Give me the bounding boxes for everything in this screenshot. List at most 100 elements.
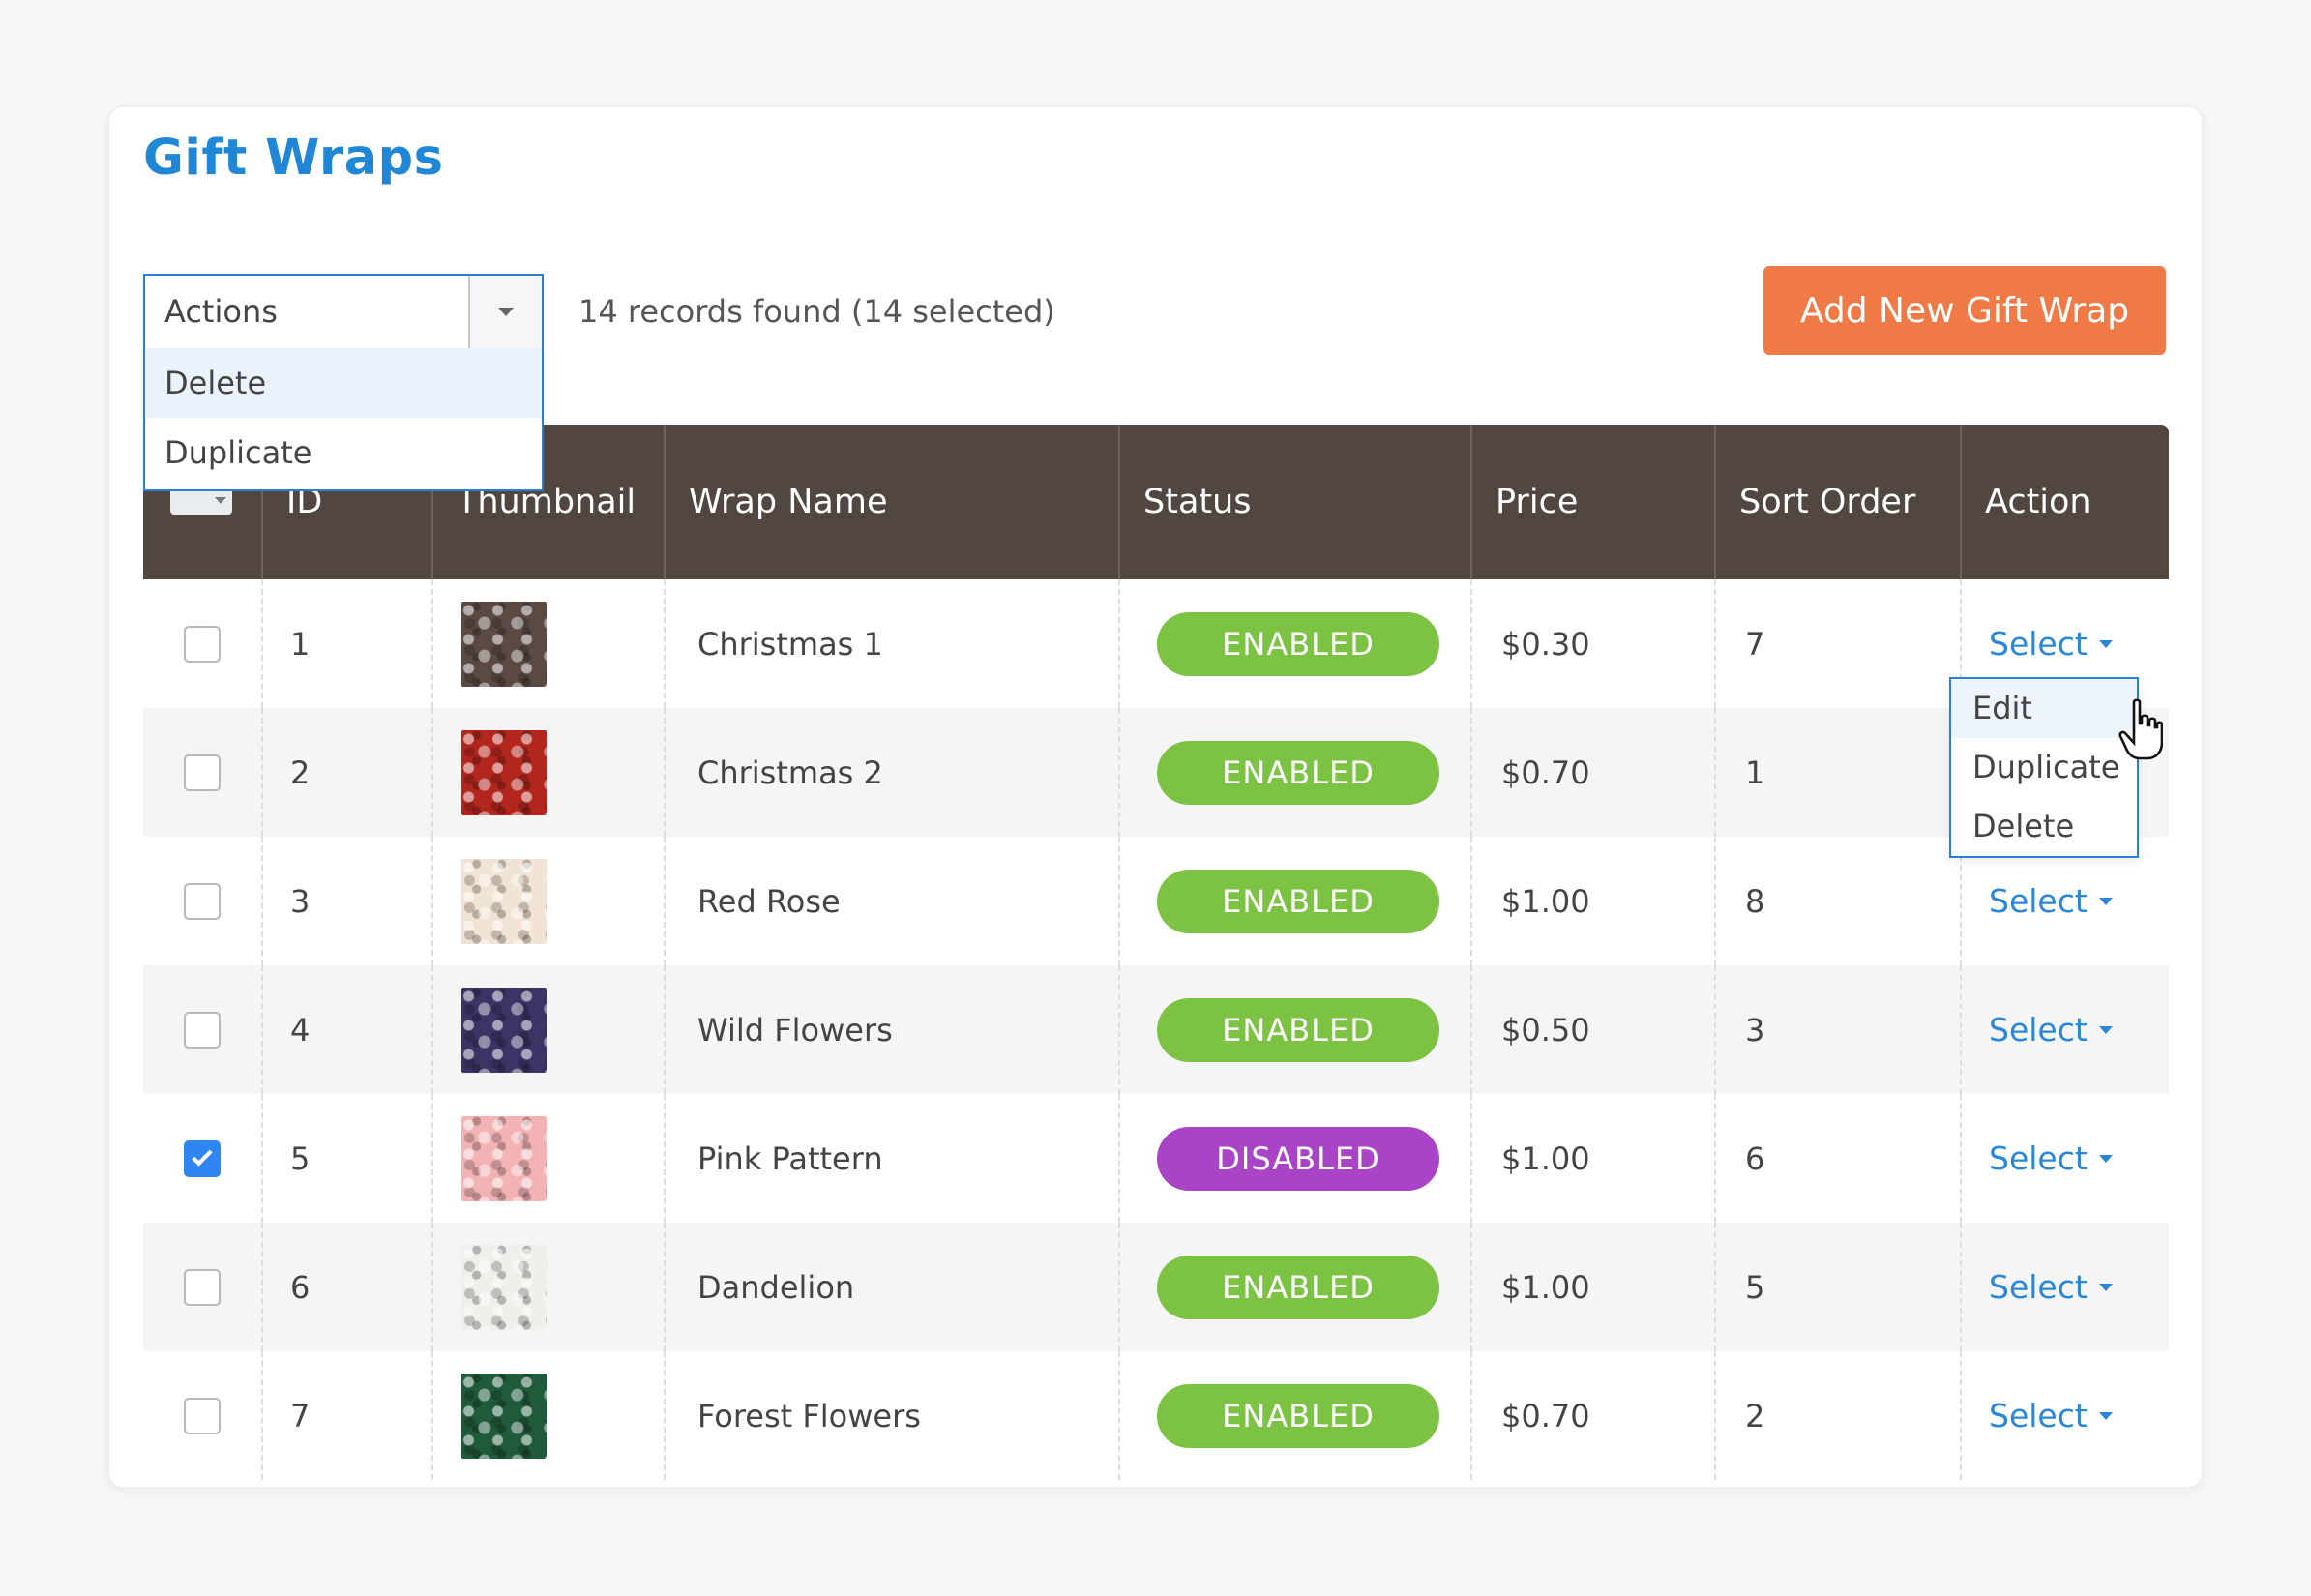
row-id: 6 bbox=[263, 1223, 433, 1351]
status-badge: ENABLED bbox=[1157, 740, 1439, 805]
row-price: $1.00 bbox=[1472, 837, 1716, 965]
row-wrap-name: Dandelion bbox=[666, 1223, 1120, 1351]
row-id: 2 bbox=[263, 708, 433, 837]
row-checkbox-cell bbox=[143, 1223, 263, 1351]
row-action-select[interactable]: Select bbox=[1989, 1139, 2113, 1177]
row-checkbox[interactable] bbox=[184, 1397, 221, 1434]
row-id: 7 bbox=[263, 1351, 433, 1480]
row-action-menu: Edit Duplicate Delete bbox=[1949, 677, 2139, 858]
row-checkbox[interactable] bbox=[184, 882, 221, 920]
status-badge: DISABLED bbox=[1157, 1126, 1439, 1191]
row-checkbox-cell bbox=[143, 965, 263, 1094]
actions-dropdown-label: Actions bbox=[164, 293, 278, 330]
column-header-wrap-name: Wrap Name bbox=[666, 425, 1120, 579]
row-status-cell: ENABLED bbox=[1120, 579, 1472, 708]
row-action-select[interactable]: Select bbox=[1989, 882, 2113, 920]
caret-down-icon bbox=[2098, 1154, 2113, 1163]
thumbnail-image bbox=[461, 858, 547, 944]
status-badge: ENABLED bbox=[1157, 611, 1439, 676]
thumbnail-image bbox=[461, 601, 547, 687]
row-status-cell: ENABLED bbox=[1120, 1223, 1472, 1351]
caret-down-icon bbox=[2098, 897, 2113, 905]
actions-option-duplicate[interactable]: Duplicate bbox=[145, 418, 542, 488]
row-action-cell: Select bbox=[1962, 1351, 2169, 1480]
row-price: $1.00 bbox=[1472, 1223, 1716, 1351]
caret-down-icon bbox=[2098, 1283, 2113, 1291]
row-checkbox-cell bbox=[143, 1094, 263, 1223]
row-id: 1 bbox=[263, 579, 433, 708]
actions-dropdown[interactable]: Actions bbox=[143, 274, 544, 350]
row-checkbox[interactable] bbox=[184, 1011, 221, 1049]
row-checkbox-cell bbox=[143, 1351, 263, 1480]
row-thumbnail-cell bbox=[433, 1351, 666, 1480]
table-row: 2 Christmas 2 ENABLED $0.70 1 bbox=[143, 708, 2169, 837]
add-gift-wrap-button[interactable]: Add New Gift Wrap bbox=[1763, 266, 2166, 355]
table-row: 7 Forest Flowers ENABLED $0.70 2 Select bbox=[143, 1351, 2169, 1480]
table-row: 5 Pink Pattern DISABLED $1.00 6 Select bbox=[143, 1094, 2169, 1223]
row-sort-order: 3 bbox=[1716, 965, 1962, 1094]
row-sort-order: 7 bbox=[1716, 579, 1962, 708]
row-id: 3 bbox=[263, 837, 433, 965]
status-badge: ENABLED bbox=[1157, 1383, 1439, 1448]
actions-option-delete[interactable]: Delete bbox=[145, 348, 542, 418]
row-id: 5 bbox=[263, 1094, 433, 1223]
gift-wraps-table: ID Thumbnail Wrap Name Status Price Sort… bbox=[143, 425, 2169, 1480]
records-count: 14 records found (14 selected) bbox=[578, 293, 1055, 330]
thumbnail-image bbox=[461, 987, 547, 1073]
row-price: $0.30 bbox=[1472, 579, 1716, 708]
row-action-select[interactable]: Select bbox=[1989, 625, 2113, 663]
row-checkbox-cell bbox=[143, 708, 263, 837]
table-row: 3 Red Rose ENABLED $1.00 8 Select bbox=[143, 837, 2169, 965]
row-sort-order: 5 bbox=[1716, 1223, 1962, 1351]
row-status-cell: ENABLED bbox=[1120, 708, 1472, 837]
thumbnail-image bbox=[461, 1373, 547, 1459]
row-price: $0.70 bbox=[1472, 1351, 1716, 1480]
row-action-select[interactable]: Select bbox=[1989, 1268, 2113, 1306]
row-action-cell: Select bbox=[1962, 965, 2169, 1094]
row-sort-order: 1 bbox=[1716, 708, 1962, 837]
row-wrap-name: Pink Pattern bbox=[666, 1094, 1120, 1223]
row-price: $0.50 bbox=[1472, 965, 1716, 1094]
row-action-cell: Select bbox=[1962, 1223, 2169, 1351]
column-header-status: Status bbox=[1120, 425, 1472, 579]
row-status-cell: DISABLED bbox=[1120, 1094, 1472, 1223]
row-checkbox[interactable] bbox=[184, 1139, 221, 1177]
row-checkbox[interactable] bbox=[184, 625, 221, 663]
row-action-delete[interactable]: Delete bbox=[1951, 797, 2137, 856]
row-wrap-name: Christmas 2 bbox=[666, 708, 1120, 837]
row-thumbnail-cell bbox=[433, 965, 666, 1094]
row-thumbnail-cell bbox=[433, 708, 666, 837]
row-status-cell: ENABLED bbox=[1120, 965, 1472, 1094]
row-thumbnail-cell bbox=[433, 579, 666, 708]
row-wrap-name: Wild Flowers bbox=[666, 965, 1120, 1094]
row-action-select[interactable]: Select bbox=[1989, 1397, 2113, 1434]
row-sort-order: 6 bbox=[1716, 1094, 1962, 1223]
row-checkbox[interactable] bbox=[184, 754, 221, 791]
row-action-edit[interactable]: Edit bbox=[1951, 679, 2137, 738]
row-id: 4 bbox=[263, 965, 433, 1094]
thumbnail-image bbox=[461, 1244, 547, 1330]
page-title: Gift Wraps bbox=[143, 130, 444, 187]
table-row: 4 Wild Flowers ENABLED $0.50 3 Select bbox=[143, 965, 2169, 1094]
row-price: $1.00 bbox=[1472, 1094, 1716, 1223]
table-row: 6 Dandelion ENABLED $1.00 5 Select bbox=[143, 1223, 2169, 1351]
hand-pointer-cursor-icon bbox=[2118, 698, 2163, 760]
caret-down-icon bbox=[2098, 1411, 2113, 1420]
column-header-action: Action bbox=[1985, 483, 2091, 521]
column-header-price: Price bbox=[1472, 425, 1716, 579]
status-badge: ENABLED bbox=[1157, 1255, 1439, 1319]
thumbnail-image bbox=[461, 729, 547, 815]
thumbnail-image bbox=[461, 1115, 547, 1201]
row-sort-order: 8 bbox=[1716, 837, 1962, 965]
row-status-cell: ENABLED bbox=[1120, 1351, 1472, 1480]
actions-menu: Delete Duplicate bbox=[143, 348, 544, 491]
row-action-select[interactable]: Select bbox=[1989, 1011, 2113, 1049]
chevron-down-icon[interactable] bbox=[468, 276, 542, 348]
row-action-duplicate[interactable]: Duplicate bbox=[1951, 738, 2137, 797]
row-checkbox-cell bbox=[143, 837, 263, 965]
row-thumbnail-cell bbox=[433, 837, 666, 965]
row-thumbnail-cell bbox=[433, 1094, 666, 1223]
row-status-cell: ENABLED bbox=[1120, 837, 1472, 965]
status-badge: ENABLED bbox=[1157, 997, 1439, 1062]
row-checkbox[interactable] bbox=[184, 1268, 221, 1306]
